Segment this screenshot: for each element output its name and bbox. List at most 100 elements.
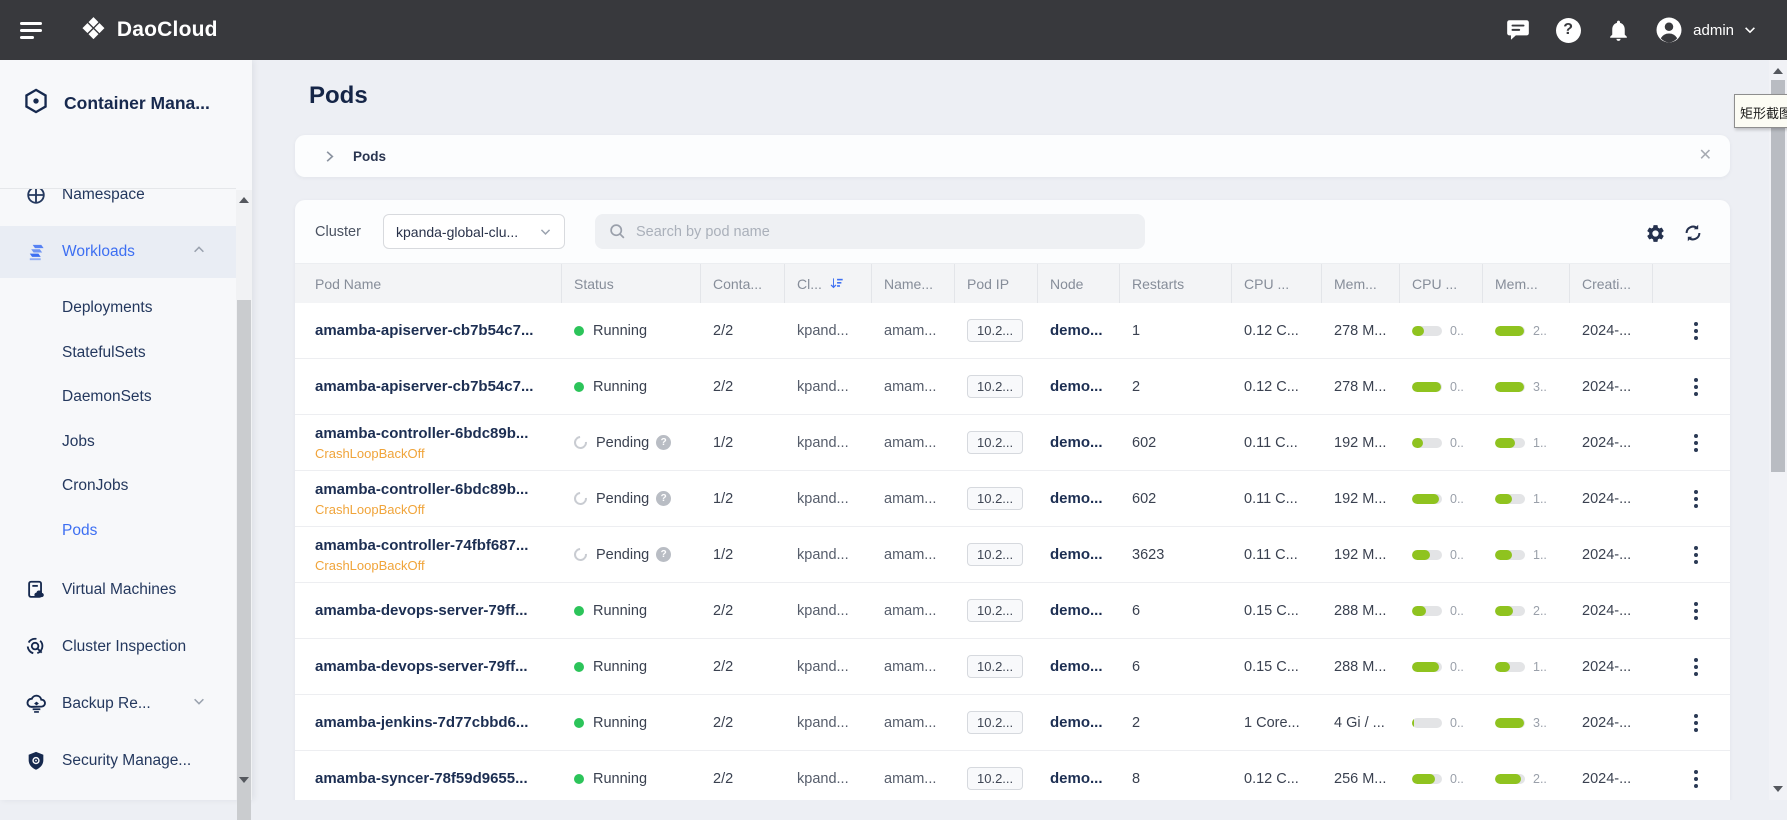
sidebar-item-virtual-machines[interactable]: Virtual Machines xyxy=(0,561,236,618)
sidebar-item-cronjobs[interactable]: CronJobs xyxy=(0,464,236,509)
sidebar-item-namespace[interactable]: Namespace xyxy=(0,189,236,215)
pod-ip-chip[interactable]: 10.2... xyxy=(967,375,1023,398)
cluster-select[interactable]: kpanda-global-clu... xyxy=(383,214,565,249)
pod-name-link[interactable]: amamba-controller-74fbf687... xyxy=(315,537,528,554)
brand: ❖ DaoCloud xyxy=(80,0,218,60)
node-link[interactable]: demo... xyxy=(1050,490,1103,507)
actions-cell xyxy=(1653,695,1727,750)
pod-ip-chip[interactable]: 10.2... xyxy=(967,767,1023,790)
created-cell: 2024-... xyxy=(1570,415,1653,470)
sidebar-item-pods[interactable]: Pods xyxy=(0,509,236,554)
pod-name-link[interactable]: amamba-apiserver-cb7b54c7... xyxy=(315,378,533,395)
scroll-down-icon[interactable] xyxy=(236,772,252,788)
pod-name-link[interactable]: amamba-devops-server-79ff... xyxy=(315,658,528,675)
pod-ip-chip[interactable]: 10.2... xyxy=(967,431,1023,454)
sidebar-item-statefulsets[interactable]: StatefulSets xyxy=(0,331,236,376)
status-running-dot xyxy=(574,326,584,336)
pod-ip-cell: 10.2... xyxy=(955,415,1038,470)
module-header[interactable]: Container Mana... xyxy=(0,74,252,132)
mem-usage-cell: 2.. xyxy=(1483,303,1570,358)
breadcrumb[interactable]: Pods xyxy=(353,149,386,164)
row-actions-button[interactable] xyxy=(1690,374,1702,400)
containers-cell: 2/2 xyxy=(701,303,785,358)
scroll-down-icon[interactable] xyxy=(1769,781,1787,797)
messages-icon[interactable] xyxy=(1504,16,1532,44)
page-scrollbar-thumb[interactable] xyxy=(1771,80,1785,472)
table-settings-gear-icon[interactable] xyxy=(1643,221,1667,245)
scroll-up-icon[interactable] xyxy=(1769,63,1787,79)
sidebar-item-permissions[interactable]: Permissions xyxy=(0,789,236,800)
mem-request-cell: 4 Gi / ... xyxy=(1322,695,1400,750)
status-help-icon[interactable]: ? xyxy=(656,435,671,450)
close-icon[interactable]: ✕ xyxy=(1699,145,1712,165)
pod-ip-chip[interactable]: 10.2... xyxy=(967,319,1023,342)
mem-usage-cell: 2.. xyxy=(1483,583,1570,638)
refresh-icon[interactable] xyxy=(1681,221,1705,245)
pod-search[interactable] xyxy=(595,214,1145,249)
top-navbar: ❖ DaoCloud ? admin xyxy=(0,0,1787,60)
pod-name-link[interactable]: amamba-controller-6bdc89b... xyxy=(315,425,528,442)
sidebar-item-backup-restore[interactable]: Backup Re... xyxy=(0,675,236,732)
pod-ip-chip[interactable]: 10.2... xyxy=(967,599,1023,622)
sidebar-item-jobs[interactable]: Jobs xyxy=(0,420,236,465)
status-help-icon[interactable]: ? xyxy=(656,547,671,562)
pod-name-link[interactable]: amamba-apiserver-cb7b54c7... xyxy=(315,322,533,339)
pod-ip-chip[interactable]: 10.2... xyxy=(967,487,1023,510)
node-link[interactable]: demo... xyxy=(1050,602,1103,619)
pod-name-link[interactable]: amamba-syncer-78f59d9655... xyxy=(315,770,528,787)
pod-name-link[interactable]: amamba-jenkins-7d77cbbd6... xyxy=(315,714,528,731)
row-actions-button[interactable] xyxy=(1690,430,1702,456)
table-row: amamba-controller-6bdc89b...CrashLoopBac… xyxy=(295,415,1730,471)
cpu-usage-cell: 0.. xyxy=(1400,751,1483,800)
mem-request-cell: 192 M... xyxy=(1322,471,1400,526)
pod-name-link[interactable]: amamba-controller-6bdc89b... xyxy=(315,481,528,498)
node-link[interactable]: demo... xyxy=(1050,546,1103,563)
sidebar-scrollbar[interactable] xyxy=(236,190,252,800)
table-row: amamba-syncer-78f59d9655...Running2/2kpa… xyxy=(295,751,1730,800)
row-actions-button[interactable] xyxy=(1690,710,1702,736)
node-link[interactable]: demo... xyxy=(1050,378,1103,395)
chevron-right-icon[interactable] xyxy=(322,149,337,164)
pod-ip-chip[interactable]: 10.2... xyxy=(967,655,1023,678)
cpu-usage-cell: 0.. xyxy=(1400,415,1483,470)
container-management-icon xyxy=(22,87,50,120)
help-icon[interactable]: ? xyxy=(1554,16,1582,44)
cpu-usage-bar xyxy=(1412,438,1442,448)
node-link[interactable]: demo... xyxy=(1050,770,1103,787)
mem-usage-cell: 1.. xyxy=(1483,639,1570,694)
user-menu[interactable]: admin xyxy=(1654,15,1757,45)
notifications-bell-icon[interactable] xyxy=(1604,16,1632,44)
row-actions-button[interactable] xyxy=(1690,766,1702,792)
menu-toggle-icon[interactable] xyxy=(20,18,44,42)
row-actions-button[interactable] xyxy=(1690,654,1702,680)
sidebar-item-cluster-inspection[interactable]: Cluster Inspection xyxy=(0,618,236,675)
sidebar-item-workloads[interactable]: Workloads xyxy=(0,226,236,278)
sidebar-item-daemonsets[interactable]: DaemonSets xyxy=(0,375,236,420)
table-header-row: Pod NameStatusConta...Cl...Name...Pod IP… xyxy=(295,263,1730,303)
pod-name-link[interactable]: amamba-devops-server-79ff... xyxy=(315,602,528,619)
search-input[interactable] xyxy=(636,224,1131,240)
sidebar-item-deployments[interactable]: Deployments xyxy=(0,286,236,331)
node-link[interactable]: demo... xyxy=(1050,322,1103,339)
node-link[interactable]: demo... xyxy=(1050,434,1103,451)
cluster-cell: kpand... xyxy=(785,751,872,800)
node-link[interactable]: demo... xyxy=(1050,658,1103,675)
pod-ip-cell: 10.2... xyxy=(955,639,1038,694)
status-help-icon[interactable]: ? xyxy=(656,491,671,506)
page-scrollbar[interactable] xyxy=(1769,60,1787,800)
node-link[interactable]: demo... xyxy=(1050,714,1103,731)
pod-name-cell: amamba-apiserver-cb7b54c7... xyxy=(295,303,562,358)
pod-ip-chip[interactable]: 10.2... xyxy=(967,711,1023,734)
created-cell: 2024-... xyxy=(1570,471,1653,526)
pod-ip-chip[interactable]: 10.2... xyxy=(967,543,1023,566)
sidebar-scrollbar-thumb[interactable] xyxy=(237,300,251,820)
row-actions-button[interactable] xyxy=(1690,542,1702,568)
cpu-usage-bar xyxy=(1412,494,1442,504)
scroll-up-icon[interactable] xyxy=(236,192,252,208)
row-actions-button[interactable] xyxy=(1690,598,1702,624)
sidebar-item-security-management[interactable]: Security Manage... xyxy=(0,732,236,789)
row-actions-button[interactable] xyxy=(1690,486,1702,512)
row-actions-button[interactable] xyxy=(1690,318,1702,344)
table-row: amamba-apiserver-cb7b54c7...Running2/2kp… xyxy=(295,303,1730,359)
sort-icon[interactable] xyxy=(829,276,844,291)
